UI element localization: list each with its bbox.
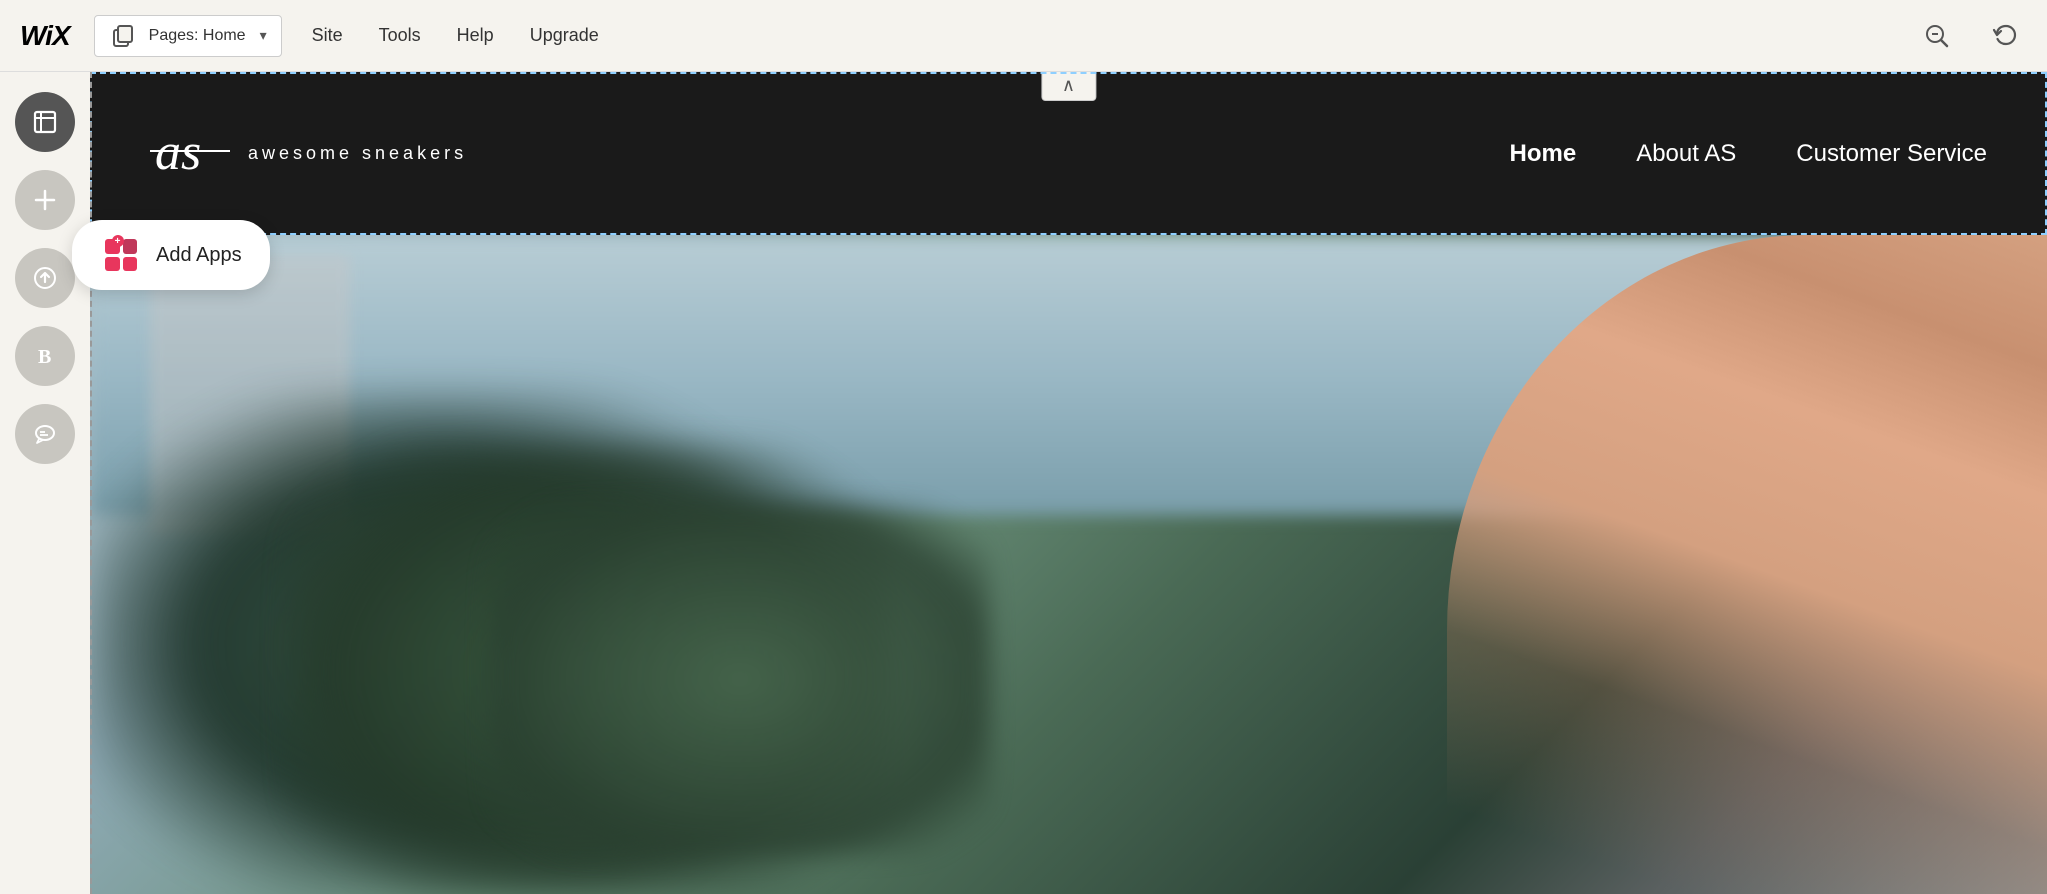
sidebar-add-button[interactable] <box>15 170 75 230</box>
site-menu-item[interactable]: Site <box>312 25 343 46</box>
sidebar-chat-button[interactable] <box>15 404 75 464</box>
undo-button[interactable] <box>1983 14 2027 58</box>
hero-blob-3 <box>490 504 990 854</box>
svg-text:B: B <box>38 346 51 368</box>
nav-home-link[interactable]: Home <box>1510 140 1577 168</box>
nav-about-link[interactable]: About AS <box>1636 140 1736 168</box>
toolbar-right <box>1915 14 2027 58</box>
canvas-area: ∧ as awesome sneakers Home About AS Cust… <box>90 72 2047 894</box>
add-apps-icon: + <box>100 234 142 276</box>
site-navbar: ∧ as awesome sneakers Home About AS Cust… <box>90 72 2047 235</box>
handle-chevron-icon: ∧ <box>1062 75 1075 96</box>
help-menu-item[interactable]: Help <box>457 25 494 46</box>
nav-customer-service-link[interactable]: Customer Service <box>1796 140 1987 168</box>
copy-pages-icon <box>109 22 137 50</box>
top-toolbar: WiX Pages: Home ▾ Site Tools Help Upgrad… <box>0 0 2047 72</box>
wix-logo: WiX <box>20 20 70 52</box>
zoom-out-button[interactable] <box>1915 14 1959 58</box>
sidebar-upload-button[interactable] <box>15 248 75 308</box>
site-nav-links: Home About AS Customer Service <box>1510 140 1988 168</box>
sidebar-pages-button[interactable] <box>15 92 75 152</box>
site-logo-text: awesome sneakers <box>248 143 467 164</box>
top-handle[interactable]: ∧ <box>1041 72 1096 101</box>
site-preview: ∧ as awesome sneakers Home About AS Cust… <box>90 72 2047 894</box>
left-sidebar: B + Ad <box>0 72 90 894</box>
tools-menu-item[interactable]: Tools <box>379 25 421 46</box>
hero-area <box>90 235 2047 894</box>
toolbar-nav: Site Tools Help Upgrade <box>312 25 1915 46</box>
pages-selector[interactable]: Pages: Home ▾ <box>94 15 282 57</box>
site-logo-symbol: as <box>150 121 230 186</box>
dashed-boundary-line <box>90 72 92 894</box>
sidebar-blog-button[interactable]: B <box>15 326 75 386</box>
add-apps-tooltip[interactable]: + Add Apps <box>72 220 270 290</box>
svg-text:as: as <box>155 124 201 181</box>
main-area: B + Ad <box>0 72 2047 894</box>
pages-label: Pages: Home <box>149 27 246 45</box>
add-apps-label: Add Apps <box>156 244 242 267</box>
chevron-down-icon: ▾ <box>260 27 267 44</box>
site-logo-area: as awesome sneakers <box>150 121 467 186</box>
upgrade-menu-item[interactable]: Upgrade <box>530 25 599 46</box>
